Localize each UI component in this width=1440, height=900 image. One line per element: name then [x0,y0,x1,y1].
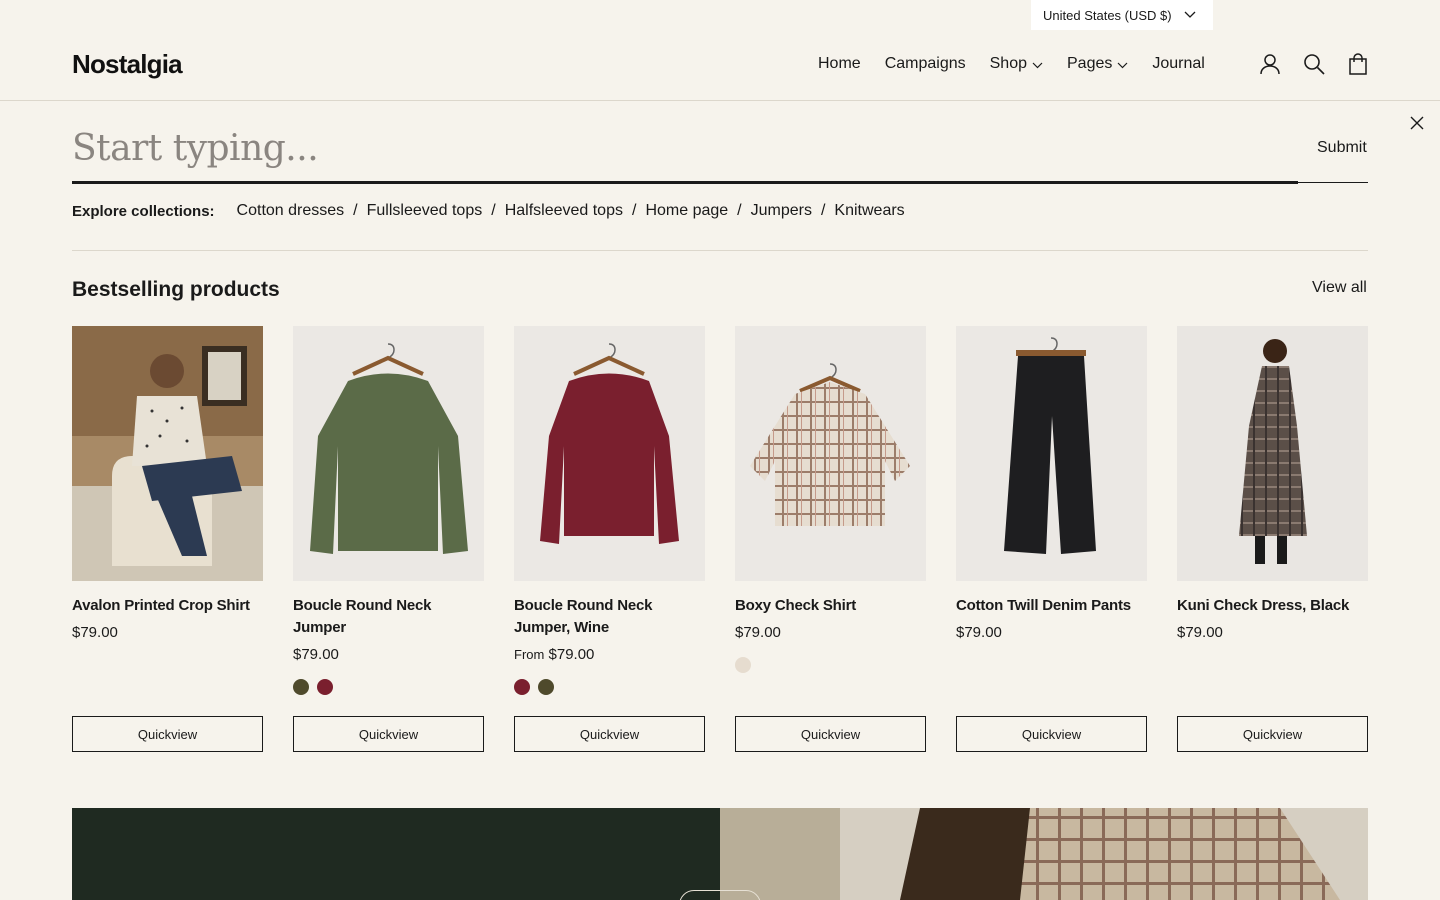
color-swatch[interactable] [538,679,554,695]
nav-journal-label: Journal [1152,55,1205,72]
color-swatches [735,657,926,673]
product-card[interactable]: Boucle Round Neck Jumper, Wine From $79.… [514,326,705,752]
price-value: $79.00 [735,624,781,641]
product-card[interactable]: Boucle Round Neck Jumper $79.00 Quickvie… [293,326,484,752]
color-swatch[interactable] [317,679,333,695]
price-value: $79.00 [72,624,118,641]
nav-campaigns[interactable]: Campaigns [885,54,966,74]
currency-label: United States (USD $) [1043,7,1172,23]
collection-link[interactable]: Home page [645,202,728,220]
bag-icon[interactable] [1346,52,1370,76]
nav-home-label: Home [818,55,861,72]
explore-label: Explore collections: [72,202,215,220]
quickview-button[interactable]: Quickview [735,716,926,752]
collection-link[interactable]: Cotton dresses [237,202,345,220]
product-price: $79.00 [72,624,263,641]
collection-link[interactable]: Halfsleeved tops [505,202,623,220]
product-price: $79.00 [293,646,484,663]
site-logo[interactable]: Nostalgia [72,49,183,80]
product-title[interactable]: Boxy Check Shirt [735,595,926,617]
product-price: $79.00 [735,624,926,641]
color-swatches [514,679,705,695]
search-input[interactable] [72,120,1292,176]
banner-button[interactable] [679,890,761,900]
promo-banner-left [72,808,720,900]
product-image[interactable] [514,326,705,581]
product-image[interactable] [72,326,263,581]
promo-banner-image [720,808,1368,900]
product-card[interactable]: Avalon Printed Crop Shirt $79.00 Quickvi… [72,326,263,752]
header-divider [0,100,1440,101]
product-grid: Avalon Printed Crop Shirt $79.00 Quickvi… [72,326,1368,752]
separator: / [737,202,742,219]
product-price: $79.00 [1177,624,1368,641]
nav-shop-label: Shop [989,55,1027,72]
section-title: Bestselling products [72,278,280,301]
submit-button[interactable]: Submit [1317,139,1367,157]
separator: / [631,202,637,219]
product-image[interactable] [735,326,926,581]
section-divider [72,250,1368,251]
main-nav: Home Campaigns Shop Pages Journal [818,54,1205,74]
explore-collections: Explore collections: Cotton dresses / Ful… [72,202,905,220]
view-all-link[interactable]: View all [1312,279,1367,297]
chevron-down-icon [1032,62,1043,68]
price-value: $79.00 [956,624,1002,641]
nav-pages-label: Pages [1067,55,1113,72]
header-actions [1258,52,1370,76]
product-card[interactable]: Kuni Check Dress, Black $79.00 Quickview [1177,326,1368,752]
separator: / [820,202,826,219]
nav-home[interactable]: Home [818,54,861,74]
collection-link[interactable]: Jumpers [751,202,812,220]
price-value: $79.00 [1177,624,1223,641]
product-title[interactable]: Boucle Round Neck Jumper [293,595,484,639]
color-swatches [293,679,484,695]
product-price: From $79.00 [514,646,705,663]
nav-campaigns-label: Campaigns [884,55,966,72]
nav-journal[interactable]: Journal [1152,54,1204,74]
submit-underline [1298,182,1368,183]
product-image[interactable] [956,326,1147,581]
chevron-down-icon [1184,11,1196,18]
search-underline [72,181,1298,184]
close-icon[interactable] [1407,113,1427,133]
separator: / [491,202,496,219]
product-title[interactable]: Avalon Printed Crop Shirt [72,595,263,617]
product-title[interactable]: Kuni Check Dress, Black [1177,595,1368,617]
color-swatch[interactable] [293,679,309,695]
price-prefix: From [514,647,545,662]
nav-pages[interactable]: Pages [1067,54,1128,74]
price-value: $79.00 [293,646,339,663]
quickview-button[interactable]: Quickview [514,716,705,752]
search-icon[interactable] [1302,52,1326,76]
product-card[interactable]: Cotton Twill Denim Pants $79.00 Quickvie… [956,326,1147,752]
product-image[interactable] [1177,326,1368,581]
color-swatch[interactable] [514,679,530,695]
separator: / [353,202,358,219]
price-value: $79.00 [548,646,595,663]
quickview-button[interactable]: Quickview [1177,716,1368,752]
currency-selector[interactable]: United States (USD $) [1031,0,1213,30]
color-swatch[interactable] [735,657,751,673]
product-image[interactable] [293,326,484,581]
product-card[interactable]: Boxy Check Shirt $79.00 Quickview [735,326,926,752]
chevron-down-icon [1117,62,1128,68]
nav-shop[interactable]: Shop [990,54,1043,74]
product-price: $79.00 [956,624,1147,641]
quickview-button[interactable]: Quickview [72,716,263,752]
quickview-button[interactable]: Quickview [956,716,1147,752]
user-icon[interactable] [1258,52,1282,76]
quickview-button[interactable]: Quickview [293,716,484,752]
product-title[interactable]: Boucle Round Neck Jumper, Wine [514,595,705,639]
collection-link[interactable]: Knitwears [834,202,904,220]
product-title[interactable]: Cotton Twill Denim Pants [956,595,1147,617]
collection-link[interactable]: Fullsleeved tops [367,202,483,220]
